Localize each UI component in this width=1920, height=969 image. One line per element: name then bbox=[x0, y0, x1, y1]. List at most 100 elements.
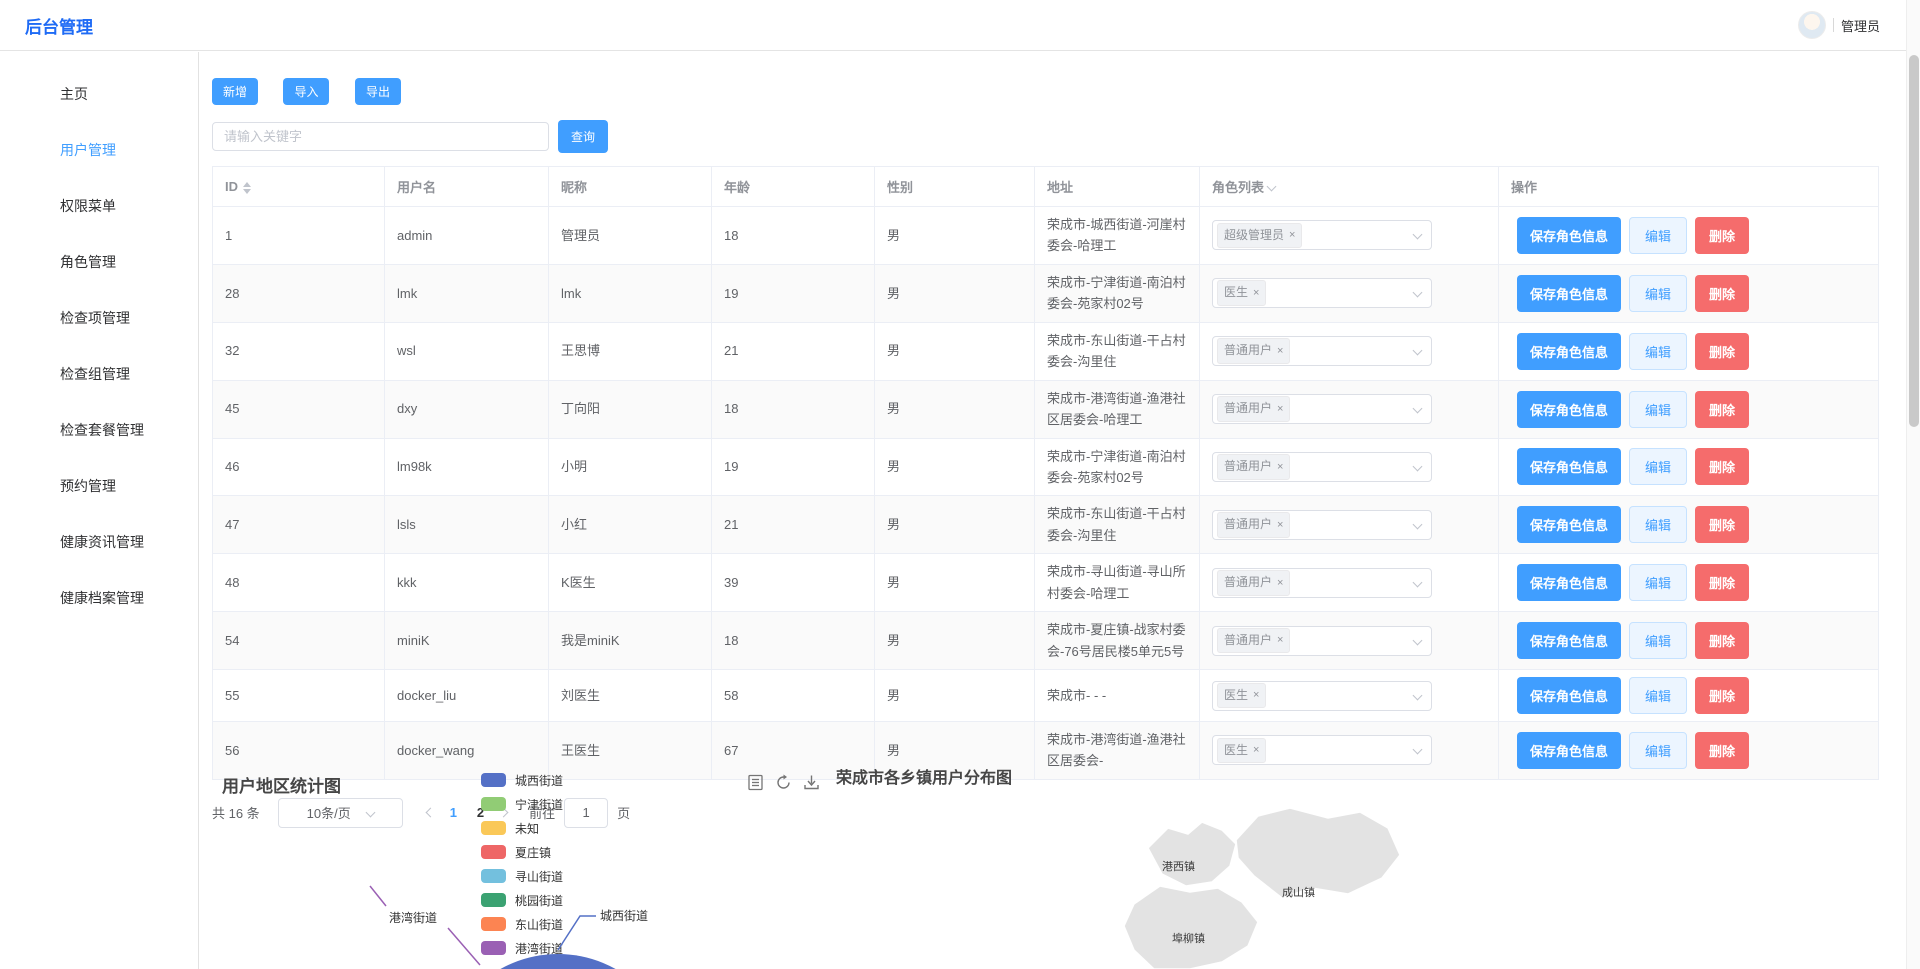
save-role-button[interactable]: 保存角色信息 bbox=[1517, 677, 1622, 714]
data-view-icon[interactable] bbox=[747, 774, 764, 791]
delete-button[interactable]: 删除 bbox=[1695, 564, 1750, 602]
user-area[interactable]: 管理员 bbox=[1797, 11, 1880, 39]
sidebar-item-3[interactable]: 角色管理 bbox=[0, 234, 198, 290]
sidebar-item-6[interactable]: 检查套餐管理 bbox=[0, 402, 198, 458]
map-region-buliu[interactable] bbox=[1123, 885, 1259, 969]
save-role-button[interactable]: 保存角色信息 bbox=[1517, 216, 1622, 254]
map-canvas[interactable]: 港西镇 成山镇 埠柳镇 bbox=[1090, 800, 1430, 969]
delete-button[interactable]: 删除 bbox=[1695, 506, 1750, 544]
pie-slice-chengxi[interactable] bbox=[440, 954, 676, 969]
edit-button[interactable]: 编辑 bbox=[1629, 390, 1688, 428]
role-select[interactable]: 普通用户 × bbox=[1212, 625, 1432, 656]
export-button[interactable]: 导出 bbox=[354, 78, 401, 105]
col-roles[interactable]: 角色列表 bbox=[1199, 166, 1499, 207]
legend-item[interactable]: 城西街道 bbox=[481, 768, 563, 792]
query-button[interactable]: 查询 bbox=[558, 120, 609, 153]
save-role-button[interactable]: 保存角色信息 bbox=[1517, 622, 1622, 660]
cell-id: 47 bbox=[212, 495, 385, 555]
close-icon[interactable]: × bbox=[1277, 458, 1283, 476]
edit-button[interactable]: 编辑 bbox=[1629, 622, 1688, 660]
sidebar-item-2[interactable]: 权限菜单 bbox=[0, 178, 198, 234]
close-icon[interactable]: × bbox=[1277, 342, 1283, 360]
close-icon[interactable]: × bbox=[1277, 400, 1283, 418]
role-select[interactable]: 超级管理员 × bbox=[1212, 220, 1432, 251]
add-button[interactable]: 新增 bbox=[212, 78, 259, 105]
table-row: 47 lsls 小红 21 男 荣成市-东山街道-干占村委会-沟里住 普通用户 … bbox=[212, 495, 1879, 555]
cell-id: 32 bbox=[212, 321, 385, 381]
role-select[interactable]: 普通用户 × bbox=[1212, 394, 1432, 425]
cell-roles: 医生 × bbox=[1199, 669, 1499, 722]
save-role-button[interactable]: 保存角色信息 bbox=[1517, 390, 1622, 428]
sidebar-item-label: 主页 bbox=[60, 86, 88, 102]
delete-button[interactable]: 删除 bbox=[1695, 216, 1750, 254]
legend-item[interactable]: 未知 bbox=[481, 816, 563, 840]
edit-button[interactable]: 编辑 bbox=[1629, 216, 1688, 254]
close-icon[interactable]: × bbox=[1253, 284, 1259, 302]
avatar[interactable] bbox=[1797, 11, 1826, 39]
legend-swatch bbox=[481, 821, 506, 835]
close-icon[interactable]: × bbox=[1277, 516, 1283, 534]
scrollbar-thumb[interactable] bbox=[1909, 55, 1919, 427]
sort-caret-icon[interactable] bbox=[243, 181, 251, 194]
role-tag: 医生 × bbox=[1217, 682, 1267, 709]
sidebar-item-8[interactable]: 健康资讯管理 bbox=[0, 514, 198, 570]
role-select[interactable]: 普通用户 × bbox=[1212, 336, 1432, 367]
edit-button[interactable]: 编辑 bbox=[1629, 274, 1688, 312]
edit-button[interactable]: 编辑 bbox=[1629, 448, 1688, 486]
cell-username: dxy bbox=[384, 379, 549, 439]
col-id[interactable]: ID bbox=[212, 166, 385, 207]
sidebar-item-0[interactable]: 主页 bbox=[0, 66, 198, 122]
role-select[interactable]: 医生 × bbox=[1212, 278, 1432, 309]
search-input[interactable] bbox=[212, 122, 549, 151]
role-select[interactable]: 普通用户 × bbox=[1212, 451, 1432, 482]
col-actions: 操作 bbox=[1498, 166, 1879, 207]
import-button[interactable]: 导入 bbox=[283, 78, 330, 105]
save-role-button[interactable]: 保存角色信息 bbox=[1517, 448, 1622, 486]
close-icon[interactable]: × bbox=[1277, 574, 1283, 592]
pie-chart-canvas[interactable]: 港湾街道 城西街道 bbox=[300, 850, 720, 969]
delete-button[interactable]: 删除 bbox=[1695, 622, 1750, 660]
delete-button[interactable]: 删除 bbox=[1695, 677, 1750, 714]
sidebar-item-9[interactable]: 健康档案管理 bbox=[0, 570, 198, 626]
close-icon[interactable]: × bbox=[1289, 226, 1295, 244]
download-icon[interactable] bbox=[803, 774, 820, 791]
save-role-button[interactable]: 保存角色信息 bbox=[1517, 506, 1622, 544]
role-select[interactable]: 医生 × bbox=[1212, 680, 1432, 711]
sidebar-item-4[interactable]: 检查项管理 bbox=[0, 290, 198, 346]
chevron-down-icon bbox=[1412, 744, 1423, 755]
close-icon[interactable]: × bbox=[1253, 741, 1259, 759]
map-label-chengshan: 成山镇 bbox=[1282, 885, 1315, 899]
save-role-button[interactable]: 保存角色信息 bbox=[1517, 332, 1622, 370]
sidebar-item-label: 角色管理 bbox=[60, 254, 116, 270]
edit-button[interactable]: 编辑 bbox=[1629, 564, 1688, 602]
close-icon[interactable]: × bbox=[1277, 631, 1283, 649]
sidebar-item-5[interactable]: 检查组管理 bbox=[0, 346, 198, 402]
role-select[interactable]: 普通用户 × bbox=[1212, 567, 1432, 598]
chevron-down-icon[interactable] bbox=[1266, 181, 1277, 192]
role-select[interactable]: 普通用户 × bbox=[1212, 509, 1432, 540]
close-icon[interactable]: × bbox=[1253, 686, 1259, 704]
refresh-icon[interactable] bbox=[775, 774, 792, 791]
sidebar-item-1[interactable]: 用户管理 bbox=[0, 122, 198, 178]
map-region-chengshan[interactable] bbox=[1235, 807, 1401, 899]
cell-roles: 超级管理员 × bbox=[1199, 206, 1499, 265]
delete-button[interactable]: 删除 bbox=[1695, 390, 1750, 428]
edit-button[interactable]: 编辑 bbox=[1629, 506, 1688, 544]
role-tag: 超级管理员 × bbox=[1217, 222, 1303, 249]
save-role-button[interactable]: 保存角色信息 bbox=[1517, 274, 1622, 312]
cell-actions: 保存角色信息 编辑 删除 bbox=[1498, 263, 1879, 323]
edit-button[interactable]: 编辑 bbox=[1629, 332, 1688, 370]
delete-button[interactable]: 删除 bbox=[1695, 448, 1750, 486]
window-scrollbar[interactable] bbox=[1906, 0, 1920, 969]
map-region-gangxi[interactable] bbox=[1147, 821, 1237, 887]
edit-button[interactable]: 编辑 bbox=[1629, 677, 1688, 714]
delete-button[interactable]: 删除 bbox=[1695, 332, 1750, 370]
delete-button[interactable]: 删除 bbox=[1695, 274, 1750, 312]
user-name[interactable]: 管理员 bbox=[1841, 16, 1880, 35]
chevron-down-icon bbox=[1412, 229, 1423, 240]
sidebar-item-7[interactable]: 预约管理 bbox=[0, 458, 198, 514]
role-tag: 普通用户 × bbox=[1217, 627, 1291, 654]
save-role-button[interactable]: 保存角色信息 bbox=[1517, 564, 1622, 602]
legend-item[interactable]: 宁津街道 bbox=[481, 792, 563, 816]
cell-age: 39 bbox=[711, 553, 875, 613]
